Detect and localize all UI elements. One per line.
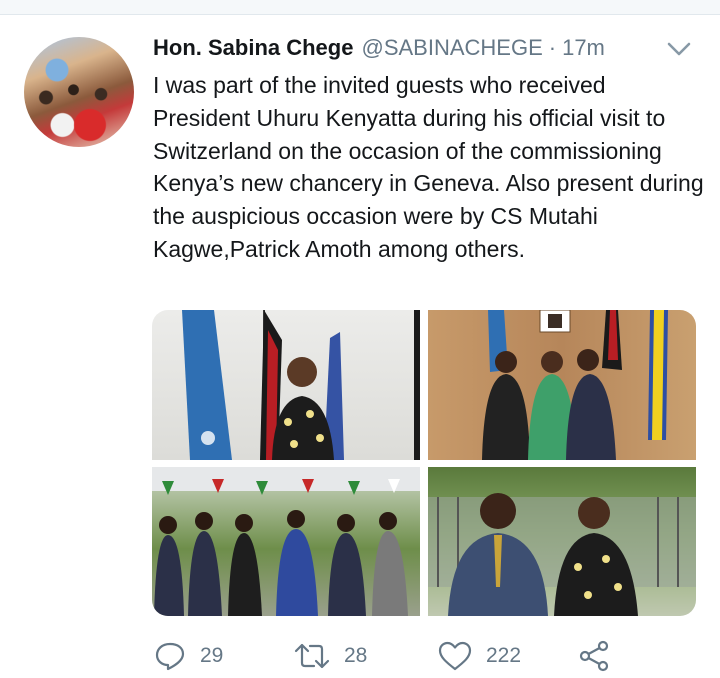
retweet-icon (294, 643, 330, 669)
separator-dot: · (548, 35, 557, 60)
author-name[interactable]: Hon. Sabina Chege (153, 35, 353, 61)
photo-4-illustration (428, 493, 696, 616)
tweet-actions: 29 28 222 (152, 636, 712, 676)
media-grid (152, 310, 696, 616)
reply-button[interactable]: 29 (154, 636, 223, 676)
photo-2-illustration (482, 310, 668, 460)
tweet-header: Hon. Sabina Chege @SABINACHEGE · 17m (153, 34, 605, 62)
avatar-photo (24, 37, 134, 147)
retweet-button[interactable]: 28 (294, 636, 367, 676)
photo-1-illustration (182, 310, 420, 460)
heart-icon (438, 641, 472, 671)
like-button[interactable]: 222 (438, 636, 521, 676)
media-photo-1[interactable] (152, 310, 420, 460)
photo-3-illustration (152, 467, 420, 616)
media-photo-3[interactable] (152, 467, 420, 616)
tweet-timestamp[interactable]: 17m (562, 35, 605, 61)
share-icon (579, 640, 609, 672)
reply-icon (155, 642, 185, 671)
like-count: 222 (486, 644, 522, 667)
author-handle[interactable]: @SABINACHEGE (361, 35, 542, 61)
avatar[interactable] (24, 37, 134, 147)
media-photo-2[interactable] (428, 310, 696, 460)
chevron-down-icon[interactable] (666, 40, 692, 58)
tweet-text: I was part of the invited guests who rec… (153, 72, 704, 262)
share-button[interactable] (578, 636, 624, 676)
top-divider (0, 0, 720, 15)
reply-count: 29 (200, 644, 224, 667)
retweet-count: 28 (344, 644, 368, 667)
media-photo-4[interactable] (428, 467, 696, 616)
